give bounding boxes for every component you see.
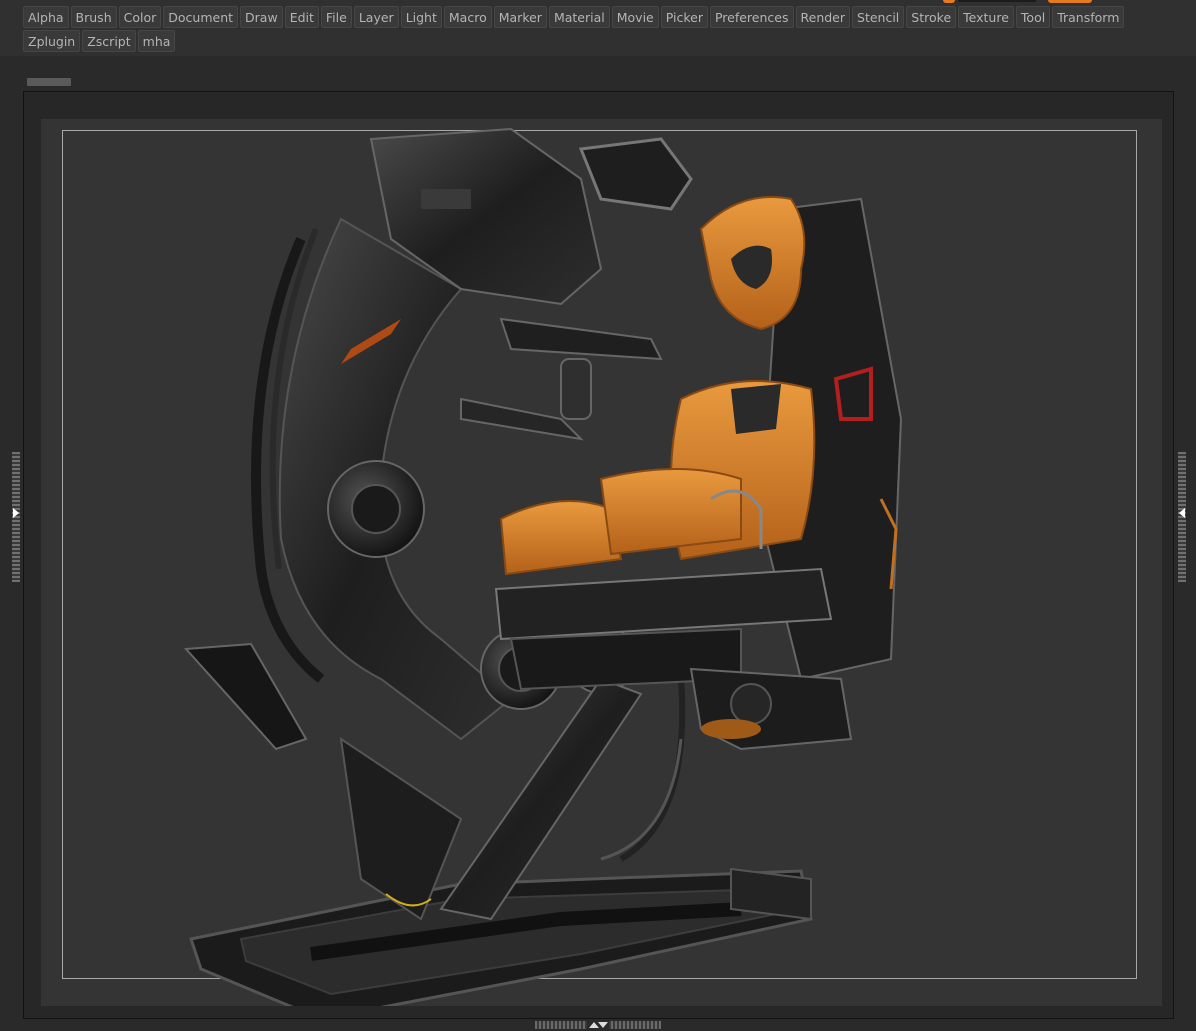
- menu-file[interactable]: File: [320, 6, 352, 28]
- menu-document[interactable]: Document: [163, 6, 239, 28]
- menu-picker[interactable]: Picker: [660, 6, 708, 28]
- menu-row-1: Alpha Brush Color Document Draw Edit File Layer…: [23, 6, 1125, 28]
- menu-texture[interactable]: Texture: [958, 6, 1014, 28]
- menu-macro[interactable]: Macro: [443, 6, 492, 28]
- menu-zscript[interactable]: Zscript: [82, 30, 136, 52]
- menu-draw[interactable]: Draw: [240, 6, 283, 28]
- menu-zplugin[interactable]: Zplugin: [23, 30, 81, 52]
- menu-mha[interactable]: mha: [137, 30, 176, 52]
- menu-tool[interactable]: Tool: [1015, 6, 1051, 28]
- linkage-arms: [460, 317, 663, 441]
- menu-row-2: Zplugin Zscript mha: [23, 30, 176, 52]
- menu-color[interactable]: Color: [118, 6, 162, 28]
- top-shelf-divider: [958, 0, 1036, 2]
- chevron-right-icon: [13, 508, 19, 518]
- left-tray-handle[interactable]: [12, 452, 20, 582]
- up-down-arrows-icon: [587, 1021, 609, 1029]
- right-tray-handle[interactable]: [1178, 452, 1186, 582]
- menu-render[interactable]: Render: [795, 6, 851, 28]
- document-viewport[interactable]: [23, 91, 1174, 1019]
- chevron-left-icon: [1179, 508, 1185, 518]
- menu-stroke[interactable]: Stroke: [906, 6, 957, 28]
- bottom-tray-handle[interactable]: [535, 1021, 661, 1029]
- menu-layer[interactable]: Layer: [353, 6, 399, 28]
- menu-alpha[interactable]: Alpha: [23, 6, 69, 28]
- document-canvas[interactable]: [41, 119, 1162, 1006]
- menu-marker[interactable]: Marker: [493, 6, 547, 28]
- menu-preferences[interactable]: Preferences: [709, 6, 794, 28]
- main-menu-bar: Alpha Brush Color Document Draw Edit File Layer…: [0, 0, 1196, 56]
- menu-movie[interactable]: Movie: [611, 6, 659, 28]
- menu-light[interactable]: Light: [400, 6, 442, 28]
- top-accent-indicator: [943, 0, 955, 3]
- motor-housing: [689, 667, 853, 751]
- top-accent-indicator: [1048, 0, 1092, 3]
- 3d-model-mech-chair[interactable]: [41, 119, 1162, 1006]
- top-tray-tab[interactable]: [27, 78, 71, 86]
- menu-edit[interactable]: Edit: [284, 6, 319, 28]
- menu-transform[interactable]: Transform: [1052, 6, 1125, 28]
- menu-material[interactable]: Material: [548, 6, 610, 28]
- menu-brush[interactable]: Brush: [70, 6, 117, 28]
- menu-stencil[interactable]: Stencil: [852, 6, 905, 28]
